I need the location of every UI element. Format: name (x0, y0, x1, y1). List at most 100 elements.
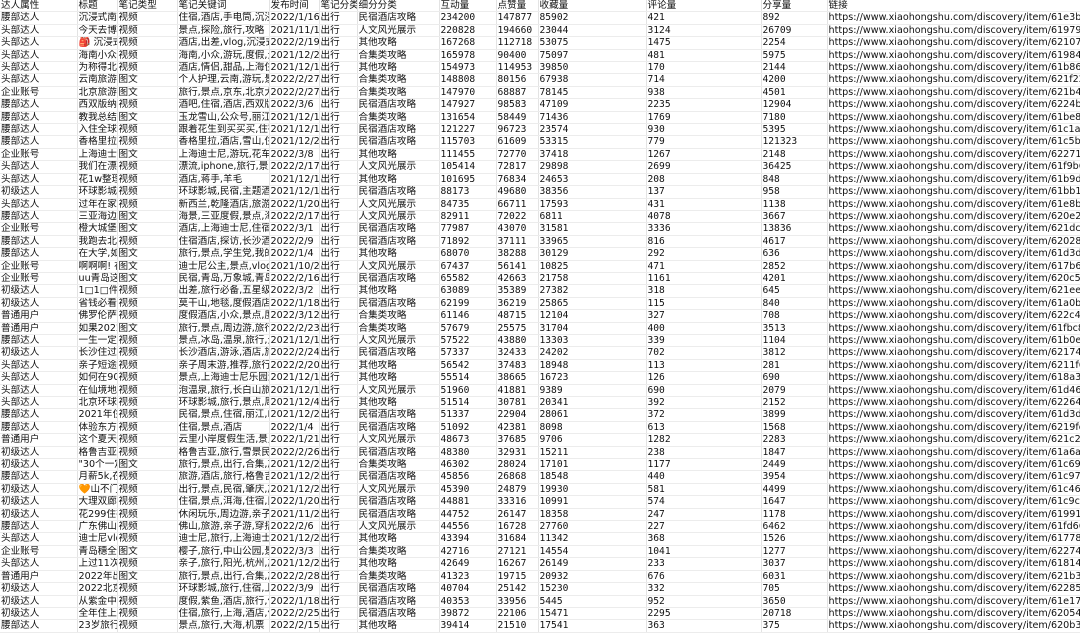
table-cell[interactable]: https://www.xiaohongshu.com/discovery/it… (827, 495, 1080, 509)
table-cell[interactable]: 6031 (761, 570, 828, 584)
table-cell[interactable]: 17593 (538, 198, 647, 211)
table-cell[interactable]: 816 (646, 235, 762, 249)
table-cell[interactable]: 出行 (319, 123, 358, 137)
table-cell[interactable]: 视频 (117, 483, 178, 497)
table-cell[interactable]: 视频 (117, 557, 178, 571)
table-cell[interactable]: 431 (646, 198, 762, 211)
table-cell[interactable]: 头部达人 (0, 61, 78, 75)
table-cell[interactable]: 46302 (439, 458, 497, 472)
table-cell[interactable]: https://www.xiaohongshu.com/discovery/it… (827, 607, 1080, 621)
table-cell[interactable]: 人文风光展示 (357, 520, 440, 534)
table-cell[interactable]: 15211 (538, 446, 647, 460)
table-cell[interactable]: 1277 (761, 545, 828, 559)
table-cell[interactable]: https://www.xiaohongshu.com/discovery/it… (827, 396, 1080, 410)
table-cell[interactable]: 橙大城堡酒 (77, 222, 118, 236)
table-cell[interactable]: 民宿酒店攻略 (357, 235, 440, 249)
table-cell[interactable]: 31684 (496, 532, 539, 546)
table-cell[interactable]: 景点,上海迪士尼乐园酒店 (177, 371, 270, 385)
table-row[interactable]: 头部达人过年在家醒视频新西兰,乾隆酒店,旅游,景点2022/1/20出行人文风光… (0, 198, 1080, 211)
table-cell[interactable]: 2022/1/16 (269, 11, 320, 25)
table-cell[interactable]: 154973 (439, 61, 497, 75)
table-cell[interactable]: 11342 (538, 532, 647, 546)
table-cell[interactable]: 度假酒店,小众,景点,度假 (177, 309, 270, 323)
table-cell[interactable]: 头部达人 (0, 49, 78, 63)
table-cell[interactable]: 1□1□件 (77, 284, 118, 298)
table-cell[interactable]: 85902 (538, 11, 647, 25)
table-cell[interactable]: 出行 (319, 446, 358, 460)
column-header[interactable]: 评论量 (646, 0, 762, 13)
table-cell[interactable]: 1138 (761, 198, 828, 211)
table-cell[interactable]: 147927 (439, 98, 497, 112)
table-cell[interactable]: 2022/2/27 (269, 86, 320, 100)
table-cell[interactable]: 出行 (319, 272, 358, 286)
table-cell[interactable]: 民宿酒店攻略 (357, 421, 440, 435)
table-cell[interactable]: 环球影城,民宿,主题酒店,游 (177, 185, 270, 199)
table-cell[interactable]: 住宿,景点,洱海,住宿,民宿 (177, 495, 270, 509)
table-row[interactable]: 初级达人全年住上海视频住宿,旅行,上海,酒店,住宿2022/2/25出行民宿酒店… (0, 607, 1080, 621)
table-cell[interactable]: 为称得北方 (77, 61, 118, 75)
table-cell[interactable]: 其他攻略 (357, 359, 440, 373)
table-cell[interactable]: 图文 (117, 210, 178, 224)
table-row[interactable]: 头部达人🎒 沉浸式视频酒店,出差,vlog,沉浸式住宿2022/2/19出行其他… (0, 36, 1080, 50)
table-cell[interactable]: https://www.xiaohongshu.com/discovery/it… (827, 98, 1080, 112)
table-cell[interactable]: 香格里拉,酒店,雪山,住宿 (177, 135, 270, 149)
table-cell[interactable]: "30个一定 (77, 458, 118, 472)
table-cell[interactable]: 视频 (117, 582, 178, 596)
table-cell[interactable]: 2022/1/21 (269, 433, 320, 447)
table-cell[interactable]: 115 (646, 297, 762, 311)
table-cell[interactable]: 视频 (117, 198, 178, 211)
table-cell[interactable]: 腰部达人 (0, 470, 78, 484)
table-cell[interactable]: 4078 (646, 210, 762, 224)
table-row[interactable]: 腰部达人2021年住过视频民宿,景点,住宿,丽江,峨眉2021/12/27出行民… (0, 408, 1080, 422)
table-row[interactable]: 企业账号啊啊啊! 在图文迪士尼公主,景点,vlog,故事2021/10/29出行… (0, 260, 1080, 273)
table-cell[interactable]: 2021/12/11 (269, 123, 320, 137)
table-cell[interactable]: 腰部达人 (0, 123, 78, 137)
table-cell[interactable]: 2021/12/15 (269, 384, 320, 398)
table-cell[interactable]: 北京环球影 (77, 396, 118, 410)
table-cell[interactable]: https://www.xiaohongshu.com/discovery/it… (827, 508, 1080, 522)
table-cell[interactable]: 头部达人 (0, 396, 78, 410)
table-cell[interactable]: https://www.xiaohongshu.com/discovery/it… (827, 185, 1080, 199)
table-row[interactable]: 普通用户佛罗伦萨视频度假酒店,小众,景点,度假2022/3/12出行合集类攻略6… (0, 309, 1080, 323)
table-cell[interactable]: 其他攻略 (357, 557, 440, 571)
table-cell[interactable]: 71892 (439, 235, 497, 249)
table-cell[interactable]: 15471 (538, 607, 647, 621)
table-cell[interactable]: 图文 (117, 545, 178, 559)
table-cell[interactable]: 48380 (439, 446, 497, 460)
table-cell[interactable]: 迪士尼,旅行,上海迪士尼,住 (177, 532, 270, 546)
table-cell[interactable]: 头部达人 (0, 173, 78, 187)
table-cell[interactable]: 从紫金中街 (77, 595, 118, 608)
table-cell[interactable]: 318 (646, 284, 762, 298)
table-cell[interactable]: 2022/2/6 (269, 520, 320, 534)
table-cell[interactable]: 广东佛山遇 (77, 520, 118, 534)
table-cell[interactable]: 环球影城,旅行,住宿,上海 (177, 582, 270, 596)
table-cell[interactable]: 1178 (761, 508, 828, 522)
table-cell[interactable]: 图文 (117, 111, 178, 125)
table-cell[interactable]: 51960 (439, 384, 497, 398)
table-cell[interactable]: 视频 (117, 371, 178, 385)
table-cell[interactable]: https://www.xiaohongshu.com/discovery/it… (827, 222, 1080, 236)
table-cell[interactable]: 人文风光展示 (357, 483, 440, 497)
table-cell[interactable]: 6462 (761, 520, 828, 534)
table-cell[interactable]: 24202 (538, 346, 647, 360)
table-cell[interactable]: 视频 (117, 123, 178, 137)
table-cell[interactable]: 如果2022 (77, 322, 118, 335)
table-cell[interactable]: 视频 (117, 433, 178, 447)
table-cell[interactable]: 民宿酒店攻略 (357, 607, 440, 621)
table-cell[interactable]: 44881 (439, 495, 497, 509)
table-cell[interactable]: 16723 (538, 371, 647, 385)
table-cell[interactable]: 腰部达人 (0, 408, 78, 422)
table-cell[interactable]: https://www.xiaohongshu.com/discovery/it… (827, 446, 1080, 460)
table-cell[interactable]: 12104 (538, 309, 647, 323)
table-cell[interactable]: 2022/2/17 (269, 210, 320, 224)
table-cell[interactable]: 出行 (319, 148, 358, 162)
table-cell[interactable]: 148808 (439, 73, 497, 87)
table-cell[interactable]: 视频 (117, 235, 178, 249)
table-row[interactable]: 头部达人亲子短途游视频亲子周末游,推荐,旅行,长沙2022/2/20出行其他攻略… (0, 359, 1080, 373)
table-cell[interactable]: 126 (646, 371, 762, 385)
table-cell[interactable]: 亲子周末游,推荐,旅行,长沙 (177, 359, 270, 373)
table-cell[interactable]: 腰部达人 (0, 247, 78, 261)
table-cell[interactable]: 194660 (496, 24, 539, 38)
table-cell[interactable]: 视频 (117, 408, 178, 422)
table-row[interactable]: 初级达人2022北京冬视频环球影城,旅行,住宿,上海2022/3/9出行民宿酒店… (0, 582, 1080, 596)
